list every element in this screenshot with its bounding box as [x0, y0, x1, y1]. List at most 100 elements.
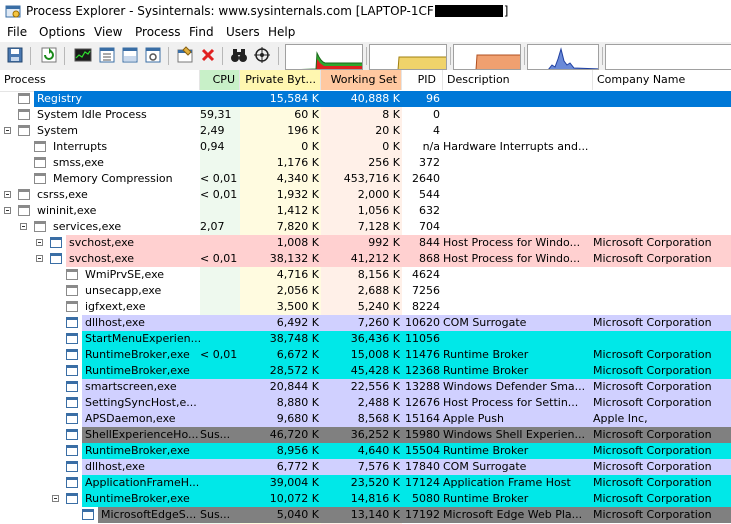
- working-set-cell: 20 K: [375, 124, 400, 137]
- refresh-icon[interactable]: [40, 46, 58, 64]
- process-row[interactable]: csrss,exe < 0,01 1,932 K 2,000 K 544: [0, 187, 731, 203]
- process-row[interactable]: System 2,49 196 K 20 K 4: [0, 123, 731, 139]
- show-process-tree-icon[interactable]: [98, 46, 116, 64]
- menu-users[interactable]: Users: [226, 25, 260, 39]
- process-name: RuntimeBroker,exe: [85, 444, 190, 457]
- commit-graph[interactable]: [369, 44, 447, 70]
- working-set-cell: 40,888 K: [350, 92, 400, 105]
- cpu-cell: < 0,01: [200, 348, 238, 361]
- find-binoculars-icon[interactable]: [230, 46, 248, 64]
- process-row[interactable]: unsecapp,exe 2,056 K 2,688 K 7256: [0, 283, 731, 299]
- process-name-cell: WmiPrvSE,exe: [0, 267, 200, 283]
- collapse-toggle-icon[interactable]: [52, 495, 59, 502]
- find-window-crosshair-icon[interactable]: [253, 46, 271, 64]
- collapse-toggle-icon[interactable]: [4, 191, 11, 198]
- menu-options[interactable]: Options: [39, 25, 85, 39]
- cpu-cell: [200, 267, 238, 283]
- physical-memory-graph[interactable]: [453, 44, 521, 70]
- system-info-icon[interactable]: [74, 46, 92, 64]
- description-cell: Runtime Broker: [443, 348, 529, 361]
- process-icon: [66, 461, 78, 472]
- redacted-block: [434, 5, 503, 17]
- process-row[interactable]: Interrupts 0,94 0 K 0 K n/a Hardware Interrup…: [0, 139, 731, 155]
- private-bytes-cell: 0 K: [301, 140, 319, 153]
- process-tree-list[interactable]: Registry 15,584 K 40,888 K 96 System Idle Pr…: [0, 91, 731, 523]
- title-bar: Process Explorer - Sysinternals: www.sys…: [0, 0, 731, 23]
- working-set-cell: 22,556 K: [350, 380, 400, 393]
- io-graph[interactable]: [527, 44, 599, 70]
- collapse-toggle-icon[interactable]: [36, 239, 43, 246]
- properties-icon[interactable]: [176, 46, 194, 64]
- process-row[interactable]: igfxext,exe 3,500 K 5,240 K 8224: [0, 299, 731, 315]
- cpu-cell: [200, 363, 238, 379]
- cpu-cell: [200, 299, 238, 315]
- process-row[interactable]: ShellExperienceHo... Sus... 46,720 K 36,252…: [0, 427, 731, 443]
- description-cell: Host Process for Settin...: [443, 396, 579, 409]
- private-bytes-cell: 9,680 K: [276, 412, 319, 425]
- column-description[interactable]: Description: [443, 70, 593, 90]
- menu-bar: File Options View Process Find Users Hel…: [0, 23, 731, 42]
- cpu-usage-graph[interactable]: [285, 44, 363, 70]
- private-bytes-cell: 4,716 K: [276, 268, 319, 281]
- process-row[interactable]: Registry 15,584 K 40,888 K 96: [0, 91, 731, 107]
- process-row[interactable]: smartscreen,exe 20,844 K 22,556 K 13288 Wind…: [0, 379, 731, 395]
- process-row[interactable]: Memory Compression < 0,01 4,340 K 453,716 K…: [0, 171, 731, 187]
- column-private-bytes[interactable]: Private Byt...: [240, 70, 321, 90]
- process-row[interactable]: svchost,exe 1,008 K 992 K 844 Host Process f…: [0, 235, 731, 251]
- process-row[interactable]: ApplicationFrameH... 39,004 K 23,520 K 1712…: [0, 475, 731, 491]
- description-cell: [443, 299, 589, 315]
- process-row[interactable]: RuntimeBroker,exe 28,572 K 45,428 K 12368 Ru…: [0, 363, 731, 379]
- column-company-name[interactable]: Company Name: [593, 70, 731, 90]
- process-row[interactable]: dllhost,exe 6,492 K 7,260 K 10620 COM Surrog…: [0, 315, 731, 331]
- gpu-graph[interactable]: [605, 44, 731, 70]
- process-icon: [82, 509, 94, 520]
- menu-view[interactable]: View: [94, 25, 122, 39]
- process-icon: [66, 413, 78, 424]
- column-cpu[interactable]: CPU: [200, 70, 240, 90]
- menu-process[interactable]: Process: [135, 25, 181, 39]
- process-row[interactable]: svchost,exe < 0,01 38,132 K 41,212 K 868 Host…: [0, 251, 731, 267]
- kill-process-icon[interactable]: [199, 46, 217, 64]
- column-pid[interactable]: PID: [402, 70, 443, 90]
- collapse-toggle-icon[interactable]: [36, 255, 43, 262]
- column-working-set[interactable]: Working Set: [321, 70, 402, 90]
- private-bytes-cell: 6,492 K: [276, 316, 319, 329]
- process-row[interactable]: RuntimeBroker,exe < 0,01 6,672 K 15,008 K 11…: [0, 347, 731, 363]
- menu-file[interactable]: File: [7, 25, 27, 39]
- pid-cell: 11056: [405, 332, 440, 345]
- menu-find[interactable]: Find: [189, 25, 214, 39]
- process-name-cell: svchost,exe: [0, 251, 200, 267]
- process-icon: [66, 317, 78, 328]
- pid-cell: 7256: [412, 284, 440, 297]
- collapse-toggle-icon[interactable]: [4, 127, 11, 134]
- cpu-cell: [200, 491, 238, 507]
- process-row[interactable]: RuntimeBroker,exe 8,956 K 4,640 K 15504 Runt…: [0, 443, 731, 459]
- process-row[interactable]: APSDaemon,exe 9,680 K 8,568 K 15164 Apple Pu…: [0, 411, 731, 427]
- process-row[interactable]: wininit,exe 1,412 K 1,056 K 632: [0, 203, 731, 219]
- company-name-cell: Microsoft Corporation: [593, 252, 712, 265]
- process-row[interactable]: SettingSyncHost,e... 8,880 K 2,488 K 12676 H…: [0, 395, 731, 411]
- save-icon[interactable]: [6, 46, 24, 64]
- process-row[interactable]: RuntimeBroker,exe 10,072 K 14,816 K 5080 Run…: [0, 491, 731, 507]
- dll-view-icon[interactable]: [144, 46, 162, 64]
- process-name-cell: csrss,exe: [0, 187, 200, 203]
- process-row[interactable]: services,exe 2,07 7,820 K 7,128 K 704: [0, 219, 731, 235]
- process-row[interactable]: MicrosoftEdgeS... Sus... 5,040 K 13,140 K 17…: [0, 507, 731, 523]
- menu-help[interactable]: Help: [268, 25, 295, 39]
- private-bytes-cell: 39,004 K: [269, 476, 319, 489]
- process-row[interactable]: System Idle Process 59,31 60 K 8 K 0: [0, 107, 731, 123]
- process-row[interactable]: dllhost,exe 6,772 K 7,576 K 17840 COM Surrog…: [0, 459, 731, 475]
- private-bytes-cell: 6,772 K: [276, 460, 319, 473]
- process-row[interactable]: StartMenuExperien... 38,748 K 36,436 K 1105…: [0, 331, 731, 347]
- column-process[interactable]: Process: [0, 70, 200, 90]
- lower-pane-icon[interactable]: [121, 46, 139, 64]
- cpu-cell: [200, 379, 238, 395]
- process-name-cell: igfxext,exe: [0, 299, 200, 315]
- company-name-cell: Apple Inc,: [593, 412, 648, 425]
- company-name-cell: [593, 171, 729, 187]
- collapse-toggle-icon[interactable]: [4, 207, 11, 214]
- process-row[interactable]: smss,exe 1,176 K 256 K 372: [0, 155, 731, 171]
- process-icon: [66, 445, 78, 456]
- process-row[interactable]: WmiPrvSE,exe 4,716 K 8,156 K 4624: [0, 267, 731, 283]
- collapse-toggle-icon[interactable]: [20, 223, 27, 230]
